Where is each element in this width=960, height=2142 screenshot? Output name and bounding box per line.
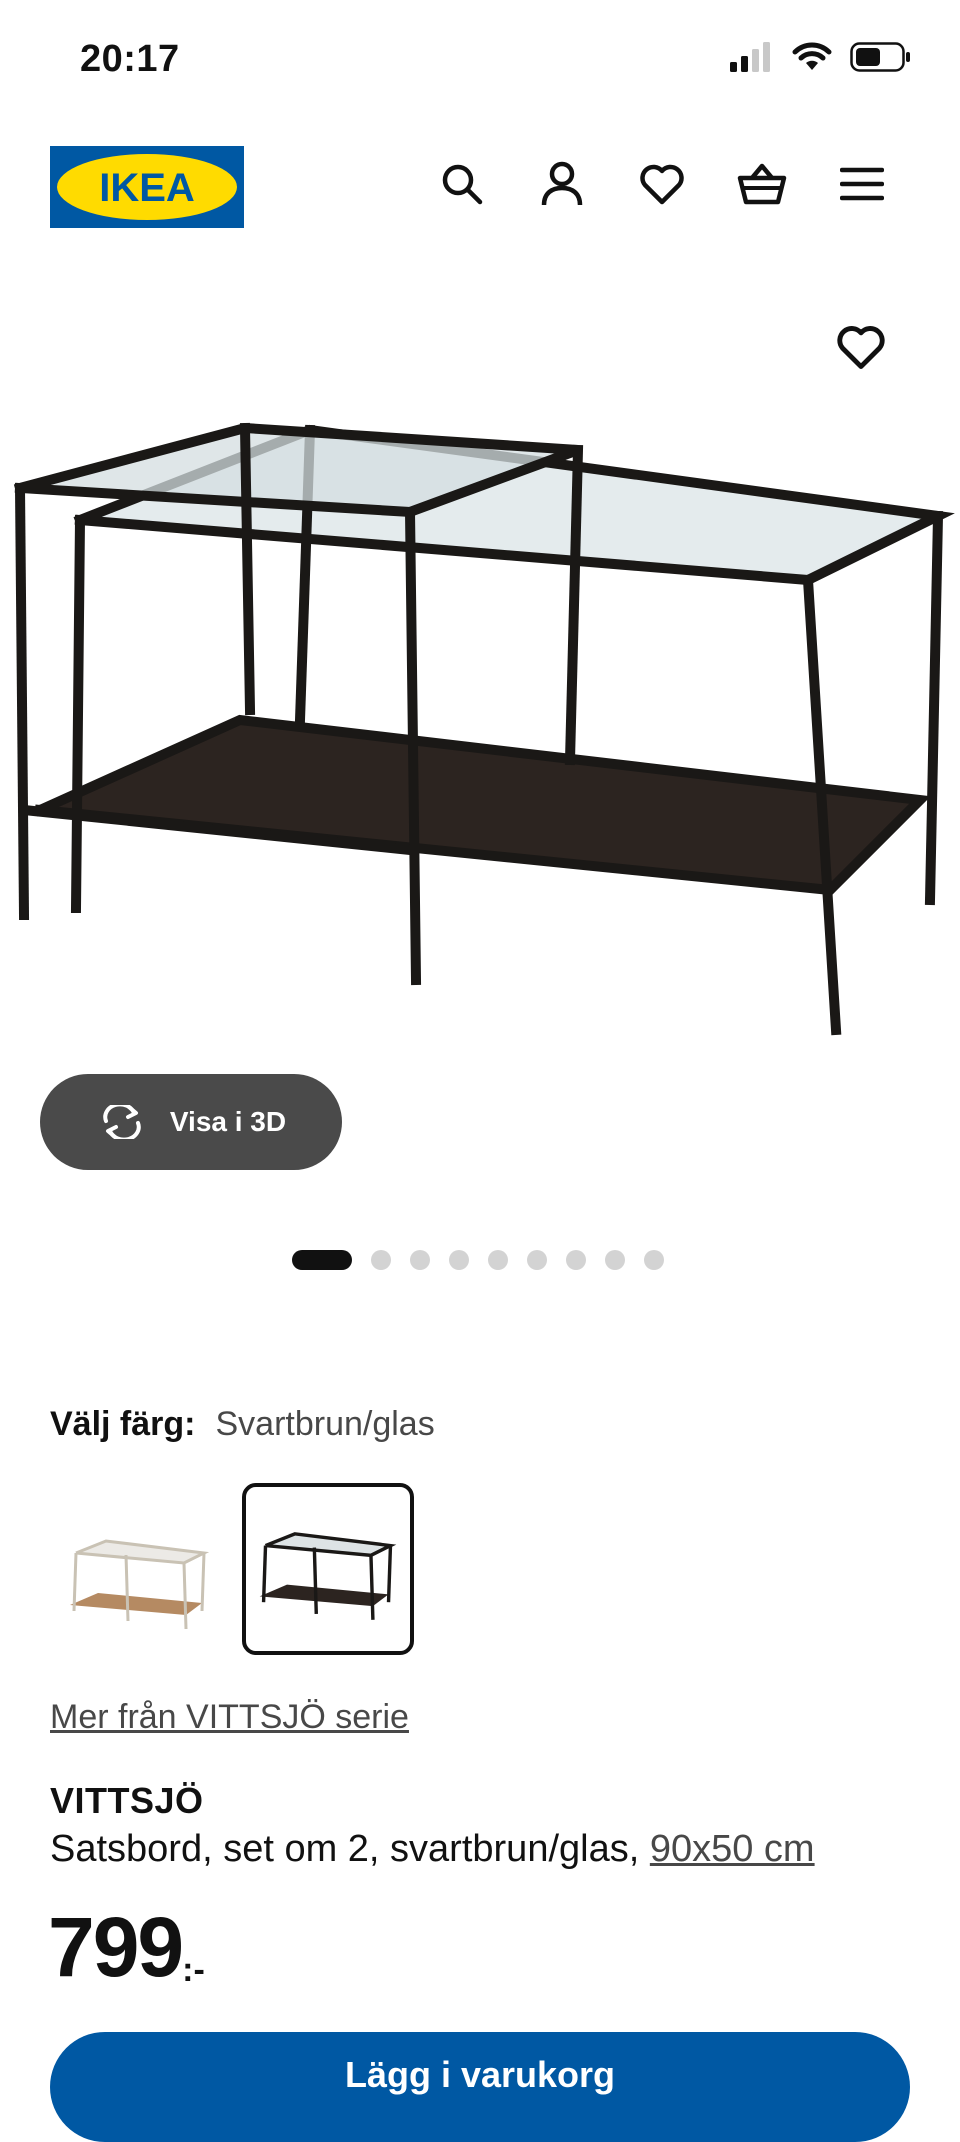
product-description-text: Satsbord, set om 2, svartbrun/glas, <box>50 1828 650 1870</box>
selected-color: Svartbrun/glas <box>215 1405 435 1443</box>
price-suffix: :- <box>182 1951 205 1989</box>
favourites-icon[interactable] <box>636 158 688 210</box>
product-size-link[interactable]: 90x50 cm <box>650 1828 815 1870</box>
status-time: 20:17 <box>80 38 180 80</box>
user-icon[interactable] <box>536 158 588 210</box>
product-image[interactable] <box>0 290 960 1080</box>
product-name: VITTSJÖ <box>50 1780 204 1821</box>
price-value: 799 <box>48 1900 184 1994</box>
image-carousel-dots <box>292 1250 664 1270</box>
status-icons <box>730 42 912 72</box>
carousel-dot[interactable] <box>410 1250 430 1270</box>
carousel-dot[interactable] <box>527 1250 547 1270</box>
color-selector-header: Välj färg: Svartbrun/glas <box>50 1405 435 1444</box>
product-description: Satsbord, set om 2, svartbrun/glas, 90x5… <box>50 1828 815 1871</box>
signal-icon <box>730 42 770 72</box>
rotate-3d-icon <box>103 1105 141 1139</box>
add-to-cart-button[interactable]: Lägg i varukorg <box>50 2032 910 2142</box>
add-to-cart-label: Lägg i varukorg <box>344 2054 616 2095</box>
wifi-icon <box>792 42 832 70</box>
header-nav <box>436 158 888 210</box>
logo-text: IKEA <box>99 166 195 210</box>
carousel-dot[interactable] <box>644 1250 664 1270</box>
carousel-dot[interactable] <box>488 1250 508 1270</box>
ikea-logo[interactable]: IKEA <box>50 146 244 228</box>
view-3d-label: Visa i 3D <box>169 1106 287 1137</box>
carousel-dot[interactable] <box>292 1250 352 1270</box>
menu-icon[interactable] <box>836 158 888 210</box>
carousel-dot[interactable] <box>566 1250 586 1270</box>
search-icon[interactable] <box>436 158 488 210</box>
color-swatch-white-glass[interactable] <box>56 1483 224 1651</box>
save-favourite-icon[interactable] <box>836 324 886 374</box>
series-link[interactable]: Mer från VITTSJÖ serie <box>50 1698 409 1737</box>
color-label: Välj färg: <box>50 1405 196 1443</box>
carousel-dot[interactable] <box>371 1250 391 1270</box>
color-swatch-blackbrown-glass[interactable] <box>242 1483 414 1655</box>
product-price: 799 :- <box>48 1905 205 1990</box>
carousel-dot[interactable] <box>605 1250 625 1270</box>
view-3d-button[interactable]: Visa i 3D <box>40 1074 342 1170</box>
carousel-dot[interactable] <box>449 1250 469 1270</box>
battery-icon <box>850 42 910 72</box>
basket-icon[interactable] <box>736 158 788 210</box>
